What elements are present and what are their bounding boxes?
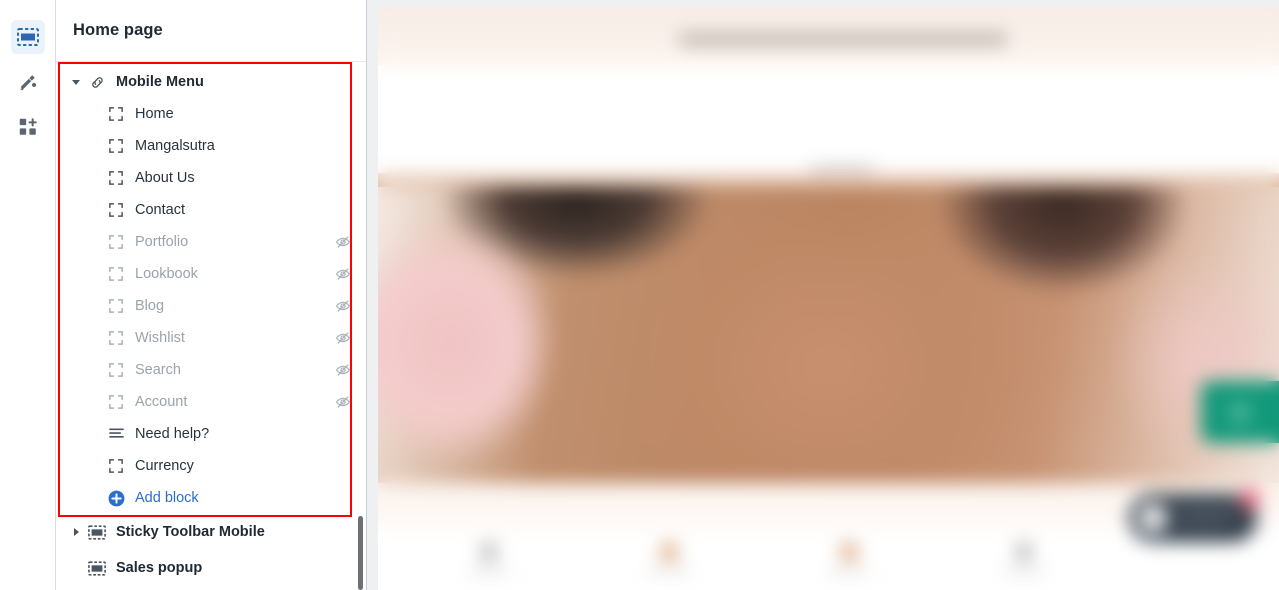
block-label: Account: [135, 394, 188, 410]
chat-notification-badge: [1240, 489, 1260, 509]
eye-off-icon[interactable]: [334, 362, 352, 378]
block-row-search[interactable]: Search: [56, 354, 366, 386]
block-row-wishlist[interactable]: Wishlist: [56, 322, 366, 354]
eye-off-icon[interactable]: [334, 298, 352, 314]
theme-settings-tab[interactable]: [11, 65, 45, 99]
apps-blocks-icon: [19, 118, 37, 135]
section-label: Sales popup: [116, 560, 203, 576]
chevron-right-icon[interactable]: [68, 524, 84, 540]
section-icon: [86, 524, 108, 540]
eye-off-icon[interactable]: [334, 266, 352, 282]
block-icon: [106, 139, 126, 153]
block-label: Currency: [135, 458, 194, 474]
block-row-lookbook[interactable]: Lookbook: [56, 258, 366, 290]
block-label: Home: [135, 106, 174, 122]
sections-icon: [16, 28, 39, 46]
block-row-contact[interactable]: Contact: [56, 194, 366, 226]
toolbar-item-wishlist[interactable]: [643, 540, 695, 584]
link-icon: [86, 74, 108, 91]
block-icon: [106, 171, 126, 185]
eye-off-icon[interactable]: [334, 394, 352, 410]
editor-icon-rail: [0, 0, 56, 590]
section-row-mobile-menu[interactable]: Mobile Menu: [56, 66, 366, 98]
announcement-text: [678, 33, 1008, 46]
chevron-down-icon[interactable]: [68, 74, 84, 90]
hero-banner-image[interactable]: [378, 173, 1279, 483]
block-label: Contact: [135, 202, 185, 218]
storefront-preview-pane: [367, 0, 1279, 590]
section-icon: [86, 560, 108, 576]
toolbar-item-account[interactable]: [998, 540, 1050, 584]
storefront-preview-frame[interactable]: [378, 7, 1279, 590]
block-icon: [106, 235, 126, 249]
wishlist-icon: [661, 542, 677, 562]
sidebar-header: Home page: [56, 0, 366, 62]
block-label: Need help?: [135, 426, 210, 442]
announcement-bar[interactable]: [378, 7, 1279, 65]
block-row-about-us[interactable]: About Us: [56, 162, 366, 194]
block-icon: [106, 363, 126, 377]
sidebar-scrollbar[interactable]: [358, 516, 363, 590]
block-icon: [106, 395, 126, 409]
paint-roller-icon: [19, 75, 36, 91]
add-block-button[interactable]: Add block: [56, 482, 366, 514]
toolbar-item-label: [647, 568, 691, 575]
chat-widget-text: [1177, 508, 1243, 528]
toolbar-item-cart[interactable]: [823, 540, 875, 584]
section-row-sales-popup[interactable]: Sales popup: [56, 552, 366, 584]
block-label: Lookbook: [135, 266, 198, 282]
eye-off-icon[interactable]: [334, 330, 352, 346]
menu-list-icon: [106, 427, 126, 441]
block-row-home[interactable]: Home: [56, 98, 366, 130]
block-row-portfolio[interactable]: Portfolio: [56, 226, 366, 258]
block-icon: [106, 299, 126, 313]
chat-avatar: [1138, 503, 1168, 533]
block-icon: [106, 203, 126, 217]
block-row-account[interactable]: Account: [56, 386, 366, 418]
section-row-sticky-toolbar-mobile[interactable]: Sticky Toolbar Mobile: [56, 516, 366, 548]
theme-editor: Home page Mobile Menu Home Mangalsutra A…: [0, 0, 1279, 590]
apps-tab[interactable]: [11, 110, 45, 144]
plus-circle-icon: [106, 490, 126, 507]
block-icon: [106, 267, 126, 281]
toolbar-item-home[interactable]: [463, 540, 515, 584]
add-block-label: Add block: [135, 490, 199, 506]
eye-off-icon[interactable]: [334, 234, 352, 250]
block-row-blog[interactable]: Blog: [56, 290, 366, 322]
whatsapp-float-button[interactable]: [1201, 381, 1279, 443]
block-row-need-help[interactable]: Need help?: [56, 418, 366, 450]
block-row-mangalsutra[interactable]: Mangalsutra: [56, 130, 366, 162]
section-label: Sticky Toolbar Mobile: [116, 524, 265, 540]
block-label: Wishlist: [135, 330, 185, 346]
cart-icon: [841, 542, 857, 562]
toolbar-item-label: [467, 568, 511, 575]
page-title: Home page: [73, 21, 163, 39]
section-tree: Mobile Menu Home Mangalsutra About Us Co…: [56, 62, 366, 584]
block-label: About Us: [135, 170, 195, 186]
toolbar-item-label: [827, 568, 871, 575]
block-label: Mangalsutra: [135, 138, 215, 154]
block-icon: [106, 331, 126, 345]
section-label: Mobile Menu: [116, 74, 204, 90]
sections-tab[interactable]: [10, 20, 45, 54]
block-label: Search: [135, 362, 181, 378]
block-row-currency[interactable]: Currency: [56, 450, 366, 482]
block-label: Portfolio: [135, 234, 189, 250]
toolbar-item-label: [1002, 568, 1046, 575]
hero-top-band: [378, 173, 1279, 187]
store-header: [378, 65, 1279, 211]
chat-widget[interactable]: [1129, 489, 1260, 542]
account-icon: [1016, 542, 1032, 562]
sections-sidebar: Home page Mobile Menu Home Mangalsutra A…: [56, 0, 367, 590]
whatsapp-icon: [1229, 402, 1251, 424]
block-icon: [106, 459, 126, 473]
home-icon: [481, 542, 497, 562]
block-label: Blog: [135, 298, 165, 314]
block-icon: [106, 107, 126, 121]
